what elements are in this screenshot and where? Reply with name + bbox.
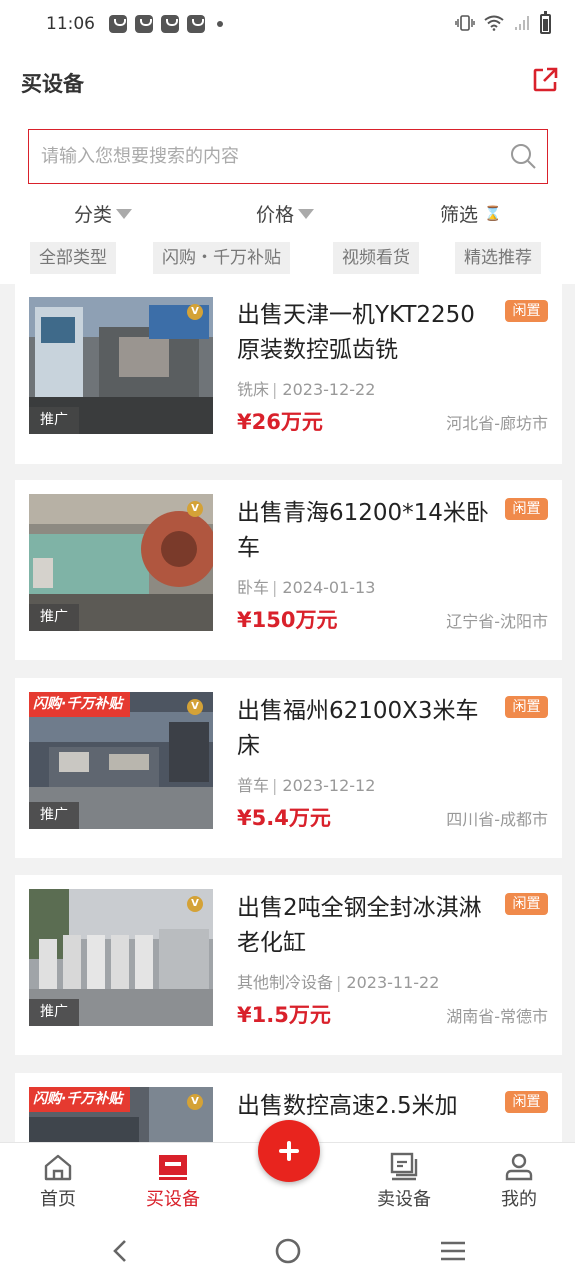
verified-icon: V [187,1094,203,1110]
flash-sale-tag: 闪购·千万补贴 [29,1087,131,1112]
promo-tag: 推广 [29,999,79,1026]
status-icons [455,11,551,34]
tag-video[interactable]: 视频看货 [333,242,419,274]
listing-price: ¥5.4万元 [237,806,331,830]
status-bar: 11:06 [0,0,575,48]
more-notifications-icon [217,21,223,27]
listing-price: ¥26万元 [237,410,323,434]
listing-location: 湖南省-常德市 [446,1007,548,1026]
listing-price: ¥1.5万元 [237,1003,331,1027]
flash-sale-tag: 闪购·千万补贴 [29,692,131,717]
shopping-bag-icon [187,15,205,33]
hourglass-icon: ⌛ [484,205,502,222]
listing-title: 出售2吨全钢全封冰淇淋老化缸 [237,895,482,956]
filter-price[interactable]: 价格 [256,200,315,227]
signal-icon [513,15,531,34]
sell-equipment-icon [390,1152,418,1181]
listing-image: 闪购·千万补贴 V [29,1087,213,1142]
listing-card[interactable]: V 推广 出售2吨全钢全封冰淇淋老化缸 闲置 其他制冷设备 | 2023-11-22… [15,875,562,1055]
listing-title: 出售数控高速2.5米加 [237,1093,458,1119]
tab-sell-equipment[interactable]: 卖设备 [359,1151,449,1211]
listing-list: V 推广 出售天津一机YKT2250原装数控弧齿铣 闲置 铣床 | 2023-12-… [0,284,575,1142]
filter-category[interactable]: 分类 [74,200,133,227]
home-icon [44,1154,72,1181]
vibrate-icon [455,14,475,34]
system-nav-bar [0,1220,575,1280]
promo-tag: 推广 [29,604,79,631]
search-box [28,129,548,184]
listing-location: 辽宁省-沈阳市 [446,612,548,631]
idle-badge: 闲置 [505,1091,548,1113]
verified-icon: V [187,699,203,715]
listing-location: 四川省-成都市 [446,810,548,829]
plus-icon[interactable] [258,1120,320,1182]
battery-icon [540,11,551,34]
listing-meta: 其他制冷设备 | 2023-11-22 [237,973,440,992]
filter-screen[interactable]: 筛选 ⌛ [440,200,501,227]
status-time: 11:06 [46,14,95,34]
wifi-icon [484,15,504,34]
listing-image: V 推广 [29,297,213,434]
buy-equipment-icon [159,1155,187,1180]
shopping-bag-icon [135,15,153,33]
idle-badge: 闲置 [505,696,548,718]
listing-image: 闪购·千万补贴 V 推广 [29,692,213,829]
tag-flash-sale[interactable]: 闪购・千万补贴 [153,242,290,274]
home-circle-icon[interactable] [273,1236,303,1266]
shopping-bag-icon [161,15,179,33]
listing-meta: 普车 | 2023-12-12 [237,776,376,795]
idle-badge: 闲置 [505,300,548,322]
listing-title: 出售天津一机YKT2250原装数控弧齿铣 [237,302,475,363]
header: 买设备 分类 价格 筛选 ⌛ 全部类型 闪购・千万补贴 视频看货 精选推荐 [0,48,575,284]
search-input[interactable] [41,130,501,182]
tab-profile[interactable]: 我的 [474,1151,564,1211]
listing-title: 出售福州62100X3米车床 [237,698,479,759]
listing-card[interactable]: 闪购·千万补贴 V 推广 出售福州62100X3米车床 闲置 普车 | 2023-1… [15,678,562,858]
share-icon[interactable] [531,66,559,94]
triangle-down-icon [116,208,133,219]
verified-icon: V [187,304,203,320]
triangle-down-icon [298,208,315,219]
tag-all-types[interactable]: 全部类型 [30,242,116,274]
listing-meta: 铣床 | 2023-12-22 [237,380,376,399]
menu-icon[interactable] [438,1236,468,1266]
tag-row: 全部类型 闪购・千万补贴 视频看货 精选推荐 [0,242,575,276]
search-icon[interactable] [509,142,537,170]
page-title: 买设备 [21,72,84,96]
promo-tag: 推广 [29,407,79,434]
listing-meta: 卧车 | 2024-01-13 [237,578,376,597]
filter-bar: 分类 价格 筛选 ⌛ [0,200,575,232]
listing-image: V 推广 [29,889,213,1026]
back-icon[interactable] [106,1236,136,1266]
idle-badge: 闲置 [505,498,548,520]
listing-location: 河北省-廊坊市 [446,414,548,433]
profile-icon [505,1153,533,1181]
verified-icon: V [187,501,203,517]
idle-badge: 闲置 [505,893,548,915]
tab-home[interactable]: 首页 [13,1151,103,1211]
tag-recommended[interactable]: 精选推荐 [455,242,541,274]
tab-buy-equipment[interactable]: 买设备 [128,1151,218,1211]
promo-tag: 推广 [29,802,79,829]
listing-price: ¥150万元 [237,608,338,632]
verified-icon: V [187,896,203,912]
listing-title: 出售青海61200*14米卧车 [237,500,489,561]
listing-card[interactable]: V 推广 出售青海61200*14米卧车 闲置 卧车 | 2024-01-13 ¥1… [15,480,562,660]
listing-image: V 推广 [29,494,213,631]
listing-card[interactable]: V 推广 出售天津一机YKT2250原装数控弧齿铣 闲置 铣床 | 2023-12-… [15,284,562,464]
shopping-bag-icon [109,15,127,33]
